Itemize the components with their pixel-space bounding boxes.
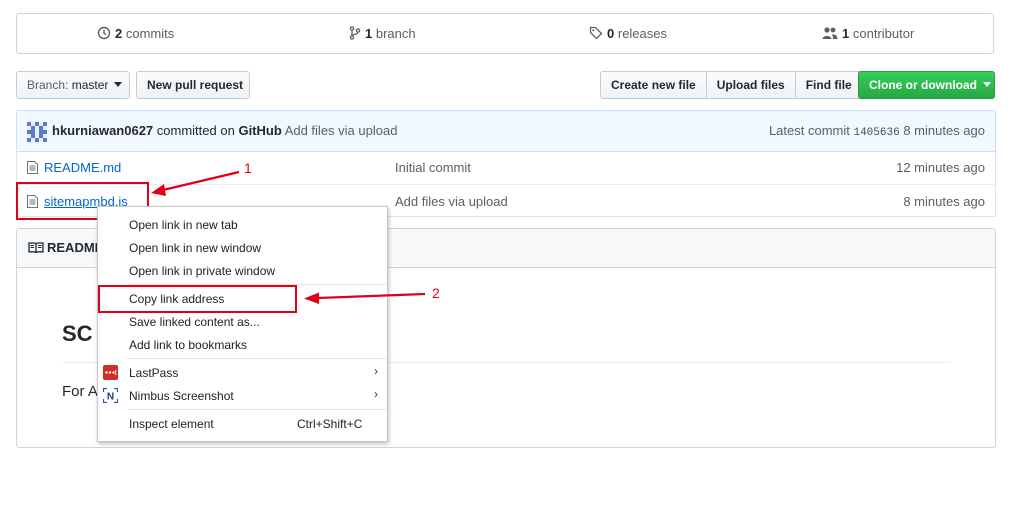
arrow-head-icon (151, 184, 166, 196)
annotation-arrow-2 (317, 292, 426, 300)
annotation-arrow-1 (162, 170, 240, 192)
annotation-arrows (151, 170, 426, 304)
arrow-head-icon (304, 292, 319, 304)
annotation-label-2: 2 (432, 285, 440, 301)
annotation-label-1: 1 (244, 160, 252, 176)
